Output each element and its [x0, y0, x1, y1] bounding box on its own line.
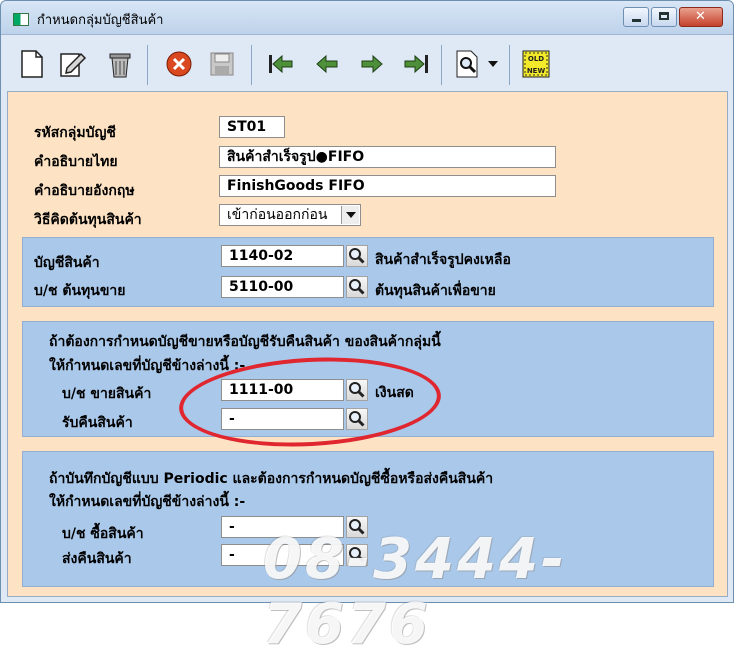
- inventory-search-icon[interactable]: [346, 245, 368, 267]
- purchase-instruction-line1: ถ้าบันทึกบัญชีแบบ Periodic และต้องการกำห…: [49, 471, 494, 487]
- sales-instruction-line2: ให้กำหนดเลขที่บัญชีข้างล่างนี้ :-: [49, 358, 246, 374]
- cancel-icon[interactable]: [162, 47, 196, 81]
- maximize-button[interactable]: [651, 7, 677, 27]
- old-new-icon[interactable]: OLD NEW: [519, 47, 553, 81]
- search-icon[interactable]: [451, 47, 485, 81]
- stock-account-panel: บัญชีสินค้า 1140-02 สินค้าสำเร็จรูปคงเหล…: [22, 237, 714, 307]
- cost-method-label: วิธีคิดต้นทุนสินค้า: [34, 212, 142, 228]
- first-record-icon[interactable]: [263, 47, 297, 81]
- cost-method-select[interactable]: เข้าก่อนออกก่อน: [219, 204, 361, 226]
- previous-record-icon[interactable]: [310, 47, 344, 81]
- return-out-account-label: ส่งคืนสินค้า: [62, 551, 132, 567]
- save-icon[interactable]: [205, 47, 239, 81]
- cogs-account-label: บ/ช ต้นทุนขาย: [34, 283, 126, 299]
- purchase-instruction-line2: ให้กำหนดเลขที่บัญชีข้างล่างนี้ :-: [49, 494, 246, 510]
- purchase-account-label: บ/ช ซื้อสินค้า: [62, 526, 144, 542]
- inventory-account-input[interactable]: 1140-02: [221, 245, 344, 267]
- app-icon: [13, 13, 29, 26]
- group-code-label: รหัสกลุ่มบัญชี: [34, 125, 116, 141]
- watermark-phone: 08-3444-7676: [263, 527, 568, 657]
- trash-icon[interactable]: [103, 47, 137, 81]
- cogs-search-icon[interactable]: [346, 276, 368, 298]
- group-code-input[interactable]: ST01: [219, 116, 285, 138]
- old-label: OLD: [528, 55, 544, 63]
- window-controls: [623, 7, 723, 27]
- sales-account-label: บ/ช ขายสินค้า: [62, 386, 152, 402]
- thai-desc-input[interactable]: สินค้าสำเร็จรูป●FIFO: [219, 146, 556, 168]
- dropdown-arrow-icon[interactable]: [483, 47, 503, 81]
- inventory-account-desc: สินค้าสำเร็จรูปคงเหลือ: [375, 252, 511, 268]
- cogs-account-input[interactable]: 5110-00: [221, 276, 344, 298]
- returns-account-label: รับคืนสินค้า: [62, 415, 133, 431]
- window-title: กำหนดกลุ่มบัญชีสินค้า: [37, 13, 164, 28]
- thai-desc-label: คำอธิบายไทย: [34, 154, 118, 170]
- edit-icon[interactable]: [56, 47, 90, 81]
- new-label: NEW: [527, 67, 546, 75]
- eng-desc-input[interactable]: FinishGoods FIFO: [219, 175, 556, 197]
- window: กำหนดกลุ่มบัญชีสินค้า ✕ OLD NEW รหัสกลุ่…: [0, 0, 734, 657]
- title-bar: กำหนดกลุ่มบัญชีสินค้า: [1, 1, 733, 35]
- eng-desc-label: คำอธิบายอังกฤษ: [34, 183, 135, 199]
- close-button[interactable]: [679, 7, 723, 27]
- next-record-icon[interactable]: [355, 47, 389, 81]
- new-document-icon[interactable]: [15, 47, 49, 81]
- inventory-account-label: บัญชีสินค้า: [34, 255, 100, 271]
- form-area: รหัสกลุ่มบัญชี ST01 คำอธิบายไทย สินค้าสำ…: [7, 91, 728, 597]
- sales-instruction-line1: ถ้าต้องการกำหนดบัญชีขายหรือบัญชีรับคืนสิ…: [49, 334, 441, 350]
- last-record-icon[interactable]: [400, 47, 434, 81]
- cost-method-value: เข้าก่อนออกก่อน: [227, 207, 328, 223]
- chevron-down-icon[interactable]: [341, 206, 359, 224]
- minimize-button[interactable]: [623, 7, 649, 27]
- toolbar: OLD NEW: [7, 41, 729, 91]
- cogs-account-desc: ต้นทุนสินค้าเพื่อขาย: [375, 283, 496, 299]
